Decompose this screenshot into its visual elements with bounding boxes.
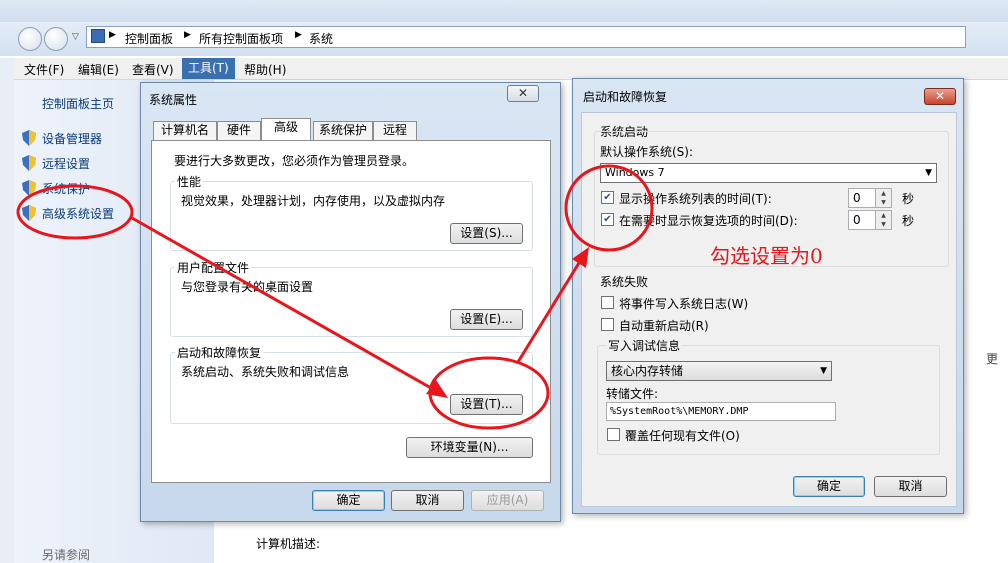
arrowhead-icon (572, 247, 589, 268)
annotation-overlay (16, 164, 654, 430)
annotation-arrow-2 (516, 257, 584, 363)
annotation-text: 勾选设置为0 (710, 244, 823, 268)
highlight-circle-checkboxes (564, 164, 654, 252)
highlight-circle-settings-button (428, 356, 550, 430)
annotation-arrow-1 (131, 216, 439, 394)
highlight-circle-advanced-link (16, 184, 134, 240)
